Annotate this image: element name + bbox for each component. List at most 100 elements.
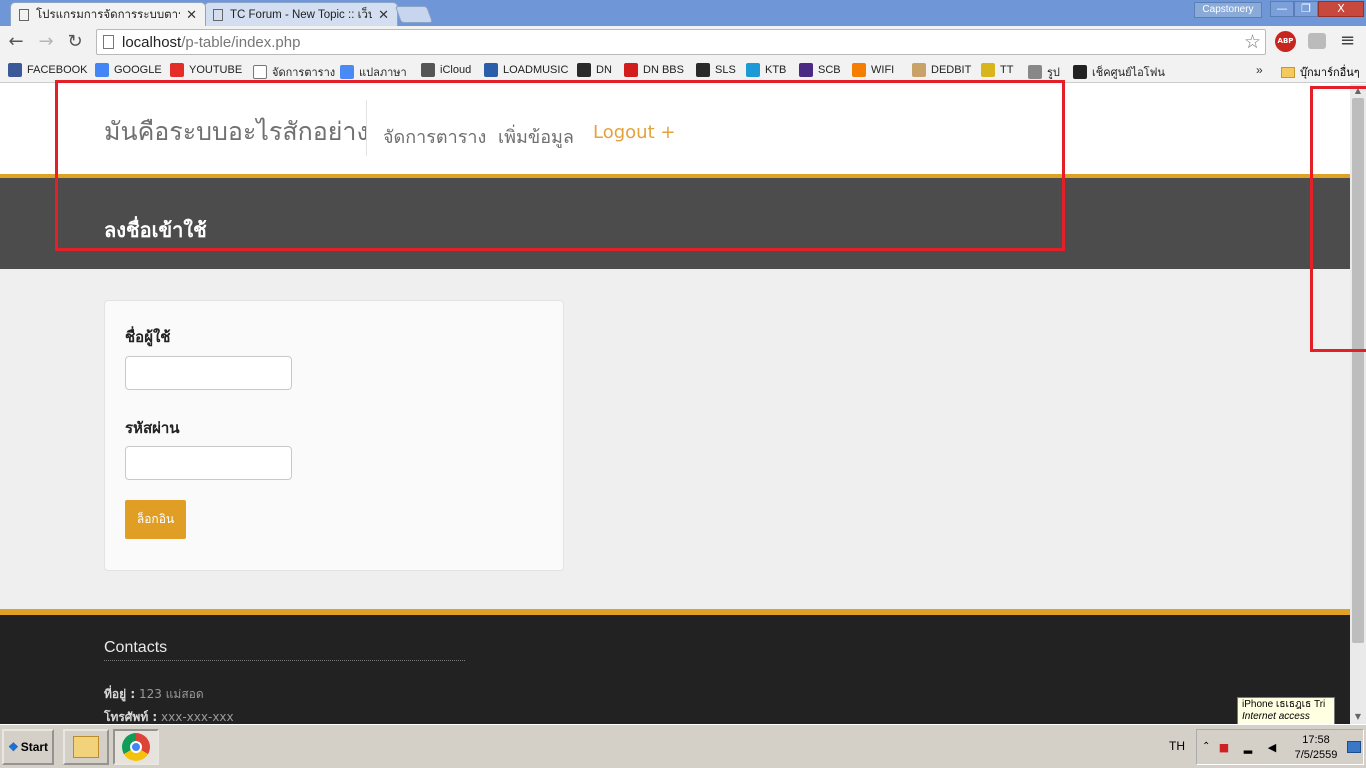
back-icon[interactable]: ← — [5, 31, 27, 53]
password-label: รหัสผ่าน — [125, 419, 180, 437]
taskbar-chrome[interactable] — [113, 729, 159, 765]
url-host: localhost — [122, 33, 182, 51]
sls-icon — [696, 63, 710, 77]
bookmark-star-icon[interactable]: ☆ — [1244, 31, 1261, 54]
bookmark-item[interactable]: รูป — [1028, 63, 1060, 81]
forward-icon[interactable]: → — [35, 31, 57, 53]
folder-icon — [1281, 66, 1295, 78]
apple-icon — [421, 63, 435, 77]
bookmark-label: TT — [1000, 64, 1014, 76]
bookmark-item[interactable]: iCloud — [421, 63, 471, 77]
bookmark-item[interactable]: YOUTUBE — [170, 63, 242, 77]
nav-manage-table[interactable]: จัดการตาราง — [383, 122, 486, 151]
scroll-up-icon[interactable]: ▲ — [1350, 84, 1366, 98]
tab-close-icon[interactable]: ✕ — [378, 7, 389, 23]
scroll-down-icon[interactable]: ▼ — [1350, 710, 1366, 724]
tab-active[interactable]: โปรแกรมการจัดการระบบตาราง ✕ — [10, 2, 206, 26]
scroll-thumb[interactable] — [1352, 98, 1364, 643]
blogger-icon — [852, 63, 866, 77]
network-signal-icon[interactable]: ▂ — [1241, 741, 1255, 755]
show-desktop-icon[interactable] — [1347, 741, 1361, 753]
taskbar: ❖ Start TH ⌃ ■ ▂ ◀ 17:58 7/5/2559 — [0, 724, 1366, 768]
chrome-icon — [122, 733, 150, 761]
dn-icon — [577, 63, 591, 77]
other-bookmarks-label: บุ๊กมาร์กอื่นๆ — [1300, 67, 1360, 79]
site-header: มันคือระบบอะไรสักอย่าง จัดการตาราง เพิ่ม… — [0, 84, 1350, 174]
bookmark-label: แปลภาษา — [359, 67, 407, 79]
address-label: ที่อยู่ : — [104, 687, 136, 701]
tab-title: TC Forum - New Topic :: เว็บ — [230, 8, 373, 21]
site-brand[interactable]: มันคือระบบอะไรสักอย่าง — [104, 112, 369, 152]
url-path: /p-table/index.php — [181, 33, 301, 51]
username-input[interactable] — [125, 356, 292, 390]
other-bookmarks[interactable]: บุ๊กมาร์กอื่นๆ — [1281, 63, 1360, 81]
reload-icon[interactable]: ↻ — [64, 31, 86, 53]
bookmark-label: DN BBS — [643, 64, 684, 76]
tab-close-icon[interactable]: ✕ — [186, 7, 197, 23]
page-icon — [103, 35, 114, 49]
username-label: ชื่อผู้ใช้ — [125, 328, 171, 346]
bookmark-item[interactable]: GOOGLE — [95, 63, 162, 77]
bookmark-item[interactable]: LOADMUSIC — [484, 63, 568, 77]
maximize-button[interactable]: ❐ — [1294, 1, 1318, 17]
taskbar-explorer[interactable] — [63, 729, 109, 765]
photo-icon — [1028, 65, 1042, 79]
dn-bbs-icon — [624, 63, 638, 77]
bookmark-item[interactable]: SCB — [799, 63, 841, 77]
bookmarks-overflow-icon[interactable]: » — [1256, 63, 1263, 77]
login-card: ชื่อผู้ใช้ รหัสผ่าน ล็อกอิน — [104, 300, 564, 571]
bookmark-item[interactable]: เช็คศูนย์ไอโฟน — [1073, 63, 1165, 81]
new-tab-button[interactable] — [394, 6, 434, 23]
bookmark-label: LOADMUSIC — [503, 64, 569, 76]
tray-expand-icon[interactable]: ⌃ — [1202, 741, 1210, 752]
extension-icon[interactable] — [1308, 33, 1326, 49]
bookmark-label: YOUTUBE — [189, 64, 243, 76]
nav-add-data[interactable]: เพิ่มข้อมูล — [498, 122, 574, 151]
bookmark-item[interactable]: DEDBIT — [912, 63, 971, 77]
clock[interactable]: 17:58 7/5/2559 — [1293, 733, 1339, 763]
page-viewport: มันคือระบบอะไรสักอย่าง จัดการตาราง เพิ่ม… — [0, 84, 1350, 724]
language-indicator[interactable]: TH — [1169, 739, 1185, 753]
bookmark-item[interactable]: DN BBS — [624, 63, 684, 77]
adblock-icon[interactable]: ABP — [1275, 31, 1296, 52]
bookmark-label: WIFI — [871, 64, 895, 76]
bookmark-item[interactable]: WIFI — [852, 63, 894, 77]
ktb-icon — [746, 63, 760, 77]
tab-inactive[interactable]: TC Forum - New Topic :: เว็บ ✕ — [204, 2, 398, 26]
bookmark-item[interactable]: แปลภาษา — [340, 63, 407, 81]
bookmark-label: จัดการตาราง — [272, 67, 336, 79]
address-bar[interactable]: localhost/p-table/index.php ☆ — [96, 29, 1266, 55]
bookmark-item[interactable]: DN — [577, 63, 612, 77]
bookmark-item[interactable]: SLS — [696, 63, 736, 77]
bookmark-label: SCB — [818, 64, 841, 76]
security-tray-icon[interactable]: ■ — [1217, 741, 1231, 755]
bookmark-item[interactable]: TT — [981, 63, 1013, 77]
youtube-icon — [170, 63, 184, 77]
nav-logout[interactable]: Logout + — [593, 122, 675, 143]
volume-icon[interactable]: ◀ — [1265, 741, 1279, 755]
start-label: Start — [20, 740, 49, 754]
document-icon — [19, 8, 29, 21]
footer-phone: โทรศัพท์ : xxx-xxx-xxx — [104, 708, 234, 724]
profile-button[interactable]: Capstonery — [1194, 2, 1262, 18]
bookmark-item[interactable]: จัดการตาราง — [253, 63, 335, 81]
tooltip-line2: Internet access — [1242, 711, 1310, 722]
document-icon — [213, 8, 223, 21]
explorer-icon — [73, 736, 99, 758]
page-scrollbar[interactable]: ▲ ▼ — [1350, 84, 1366, 724]
close-window-button[interactable]: X — [1318, 1, 1364, 17]
bookmark-item[interactable]: FACEBOOK — [8, 63, 88, 77]
tooltip-line1: iPhone เธเธฎเธ Tri — [1242, 699, 1326, 710]
footer-address: ที่อยู่ : 123 แม่สอด — [104, 685, 204, 704]
menu-icon[interactable]: ≡ — [1340, 32, 1356, 50]
tt-icon — [981, 63, 995, 77]
bookmark-label: รูป — [1047, 67, 1060, 79]
minimize-button[interactable]: — — [1270, 1, 1294, 17]
login-button[interactable]: ล็อกอิน — [125, 500, 186, 539]
bookmark-label: DN — [596, 64, 612, 76]
start-button[interactable]: ❖ Start — [2, 729, 54, 765]
bookmark-label: SLS — [715, 64, 736, 76]
password-input[interactable] — [125, 446, 292, 480]
brand-divider — [366, 100, 367, 156]
bookmark-item[interactable]: KTB — [746, 63, 786, 77]
